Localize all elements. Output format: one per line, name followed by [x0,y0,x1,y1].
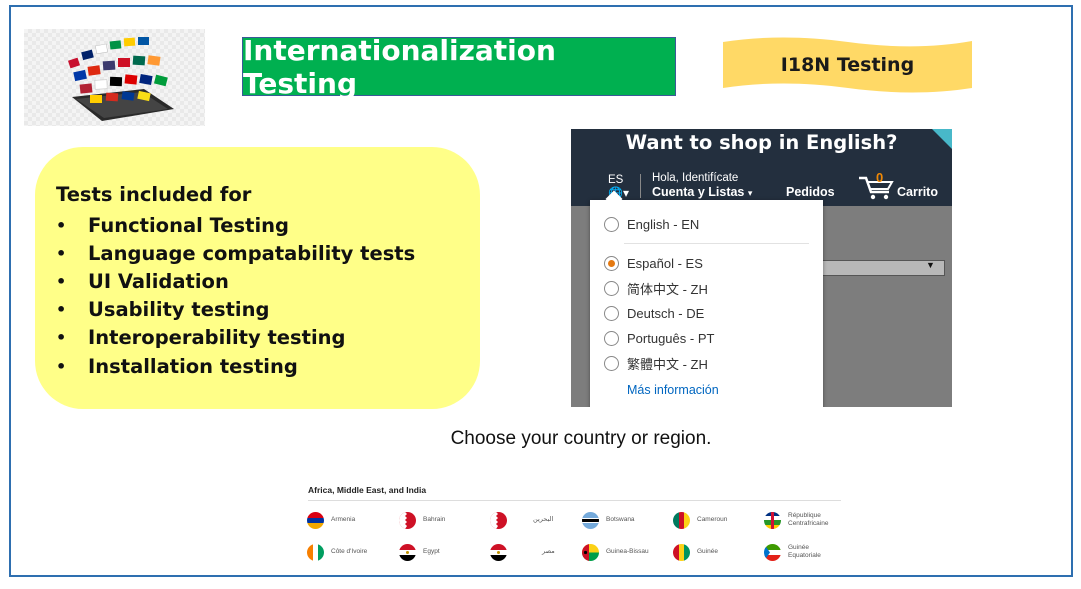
egypt-flag-icon [490,543,507,561]
language-dropdown: English - EN Español - ES 简体中文 - ZH Deut… [590,200,823,407]
country-armenia[interactable]: Armenia [307,509,355,531]
region-divider [308,500,841,501]
armenia-flag-icon [307,511,324,529]
country-guinee[interactable]: Guinée [673,541,718,563]
list-item: • Functional Testing [56,211,415,239]
list-item: • Installation testing [56,352,415,380]
account-lists-link[interactable]: Cuenta y Listas ▾ [652,185,752,199]
list-item-label: UI Validation [88,269,229,293]
country-egypt[interactable]: Egypt [399,541,440,563]
guinea-bissau-flag-icon [582,543,599,561]
language-option-english[interactable]: English - EN [604,215,699,233]
bullet: • [56,300,67,320]
bahrain-flag-icon [399,511,416,529]
language-option-portuguese[interactable]: Português - PT [604,329,714,347]
language-label: Deutsch - DE [627,305,705,321]
bullet: • [56,215,67,235]
region-section-title: Africa, Middle East, and India [308,485,427,495]
ivory-coast-flag-icon [307,543,324,561]
list-item-label: Installation testing [88,354,298,378]
country-name: Guinée [697,548,718,555]
chevron-down-icon: ▾ [747,188,753,198]
car-flag-icon [764,511,781,529]
world-flags-tablet-image [24,29,205,126]
slide-title-box: Internationalization Testing [242,34,676,100]
radio-button[interactable] [604,280,619,296]
radio-button[interactable] [604,355,619,371]
country-guinea-bissau[interactable]: Guinea-Bissau [582,541,649,563]
guinea-flag-icon [673,543,690,561]
country-botswana[interactable]: Botswana [582,509,635,531]
i18n-banner: I18N Testing [723,36,972,94]
bullet: • [56,356,67,376]
tests-heading: Tests included for [56,183,252,206]
country-bahrain[interactable]: Bahrain [399,509,445,531]
country-name: Guinea-Bissau [606,548,649,555]
cart-link[interactable]: Carrito [897,185,938,199]
language-label: English - EN [627,216,700,232]
orders-link[interactable]: Pedidos [786,185,835,199]
language-label: 简体中文 - ZH [627,281,708,297]
cameroon-flag-icon [673,511,690,529]
list-item-label: Usability testing [88,298,270,322]
bullet: • [56,271,67,291]
country-name: البحرين [533,516,554,523]
country-name: مصر [542,548,555,555]
select-arrow-icon: ▼ [926,260,935,270]
list-item-label: Functional Testing [88,213,289,237]
country-name: Armenia [331,516,356,523]
more-info-link[interactable]: Más información [627,383,719,397]
country-name: Guinée Equatoriale [788,544,821,559]
tests-list: • Functional Testing • Language compatabil… [56,211,415,380]
radio-button[interactable] [604,216,619,232]
shop-in-english-prompt[interactable]: Want to shop in English? [571,131,952,154]
country-cameroun[interactable]: Cameroun [673,509,727,531]
language-label: Español - ES [627,255,703,271]
equatorial-guinea-flag-icon [764,543,781,561]
botswana-flag-icon [582,511,599,529]
banner-label: I18N Testing [780,54,915,76]
bahrain-flag-icon [490,511,507,529]
country-cote-divoire[interactable]: Côte d'Ivoire [307,541,367,563]
country-guinee-equatoriale[interactable]: Guinée Equatoriale [764,541,828,563]
language-option-traditional-chinese[interactable]: 繁體中文 - ZH [604,354,708,372]
country-name: Egypt [423,548,440,555]
list-item-label: Interoperability testing [88,326,346,350]
language-option-simplified-chinese[interactable]: 简体中文 - ZH [604,279,708,297]
radio-button-selected[interactable] [604,255,619,271]
country-egypt-arabic[interactable]: مصر [490,541,555,563]
country-name: Bahrain [423,516,446,523]
language-option-spanish[interactable]: Español - ES [604,254,703,272]
list-item: • Usability testing [56,296,415,324]
bullet: • [56,328,67,348]
country-name: Botswana [606,516,635,523]
account-label: Cuenta y Listas [652,185,745,199]
language-option-german[interactable]: Deutsch - DE [604,304,704,322]
radio-button[interactable] [604,330,619,346]
list-item: • Language compatability tests [56,239,415,267]
radio-button[interactable] [604,305,619,321]
bullet: • [56,243,67,263]
country-bahrain-arabic[interactable]: البحرين [490,509,553,531]
amazon-language-screenshot: Want to shop in English? ES 🌐▾ Hola, Ide… [571,129,952,407]
language-code[interactable]: ES [608,174,623,186]
country-centrafrique[interactable]: République Centrafricaine [764,509,836,531]
egypt-flag-icon [399,543,416,561]
cart-count: 0 [876,170,884,185]
choose-region-heading: Choose your country or region. [450,428,712,449]
country-name: Cameroun [697,516,728,523]
language-label: Português - PT [627,330,715,346]
list-item-label: Language compatability tests [88,241,416,265]
language-label: 繁體中文 - ZH [627,356,708,372]
greeting-label[interactable]: Hola, Identifícate [652,172,738,184]
nav-divider [640,174,641,198]
dropdown-divider [624,243,809,244]
list-item: • Interoperability testing [56,324,415,352]
list-item: • UI Validation [56,267,415,295]
country-name: Côte d'Ivoire [331,548,368,555]
country-name: République Centrafricaine [788,512,829,527]
slide-title: Internationalization Testing [243,33,556,100]
